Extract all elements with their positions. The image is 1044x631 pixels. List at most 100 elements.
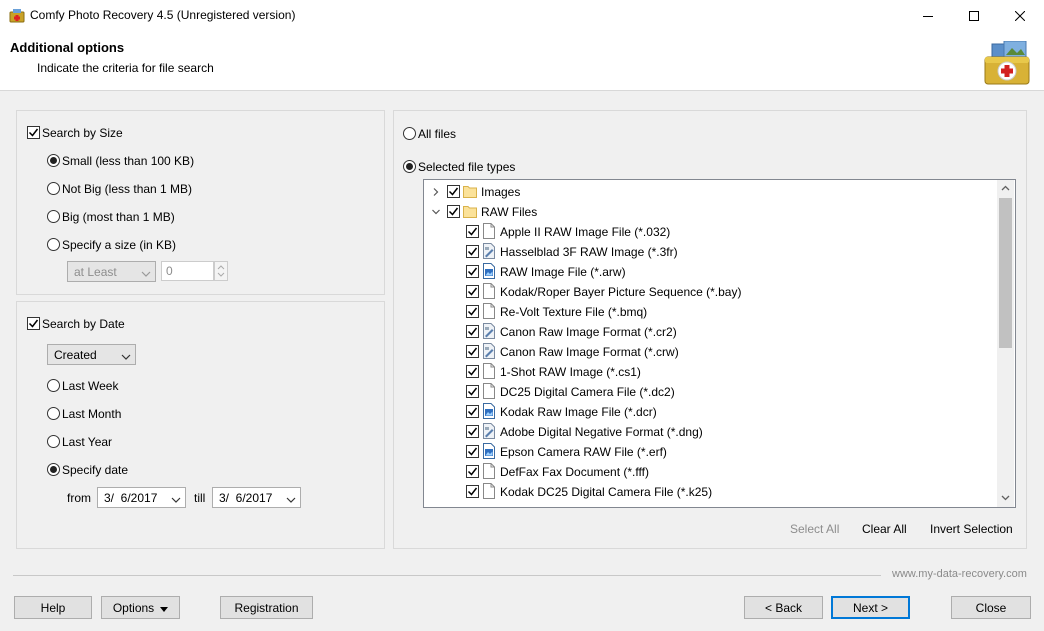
tree-item-checkbox[interactable] bbox=[447, 185, 460, 198]
tree-item-checkbox[interactable] bbox=[466, 485, 479, 498]
chevron-down-icon[interactable] bbox=[431, 206, 441, 220]
raw-image-icon bbox=[482, 343, 496, 359]
tree-item-checkbox[interactable] bbox=[466, 465, 479, 478]
size-big-radio[interactable] bbox=[47, 210, 60, 223]
tree-item-label: Hasselblad 3F RAW Image (*.3fr) bbox=[500, 245, 678, 259]
tree-file-row[interactable]: RAW Image File (*.arw) bbox=[424, 261, 999, 281]
tree-file-row[interactable]: Adobe Digital Negative Format (*.dng) bbox=[424, 421, 999, 441]
tree-file-row[interactable]: DC25 Digital Camera File (*.dc2) bbox=[424, 381, 999, 401]
all-files-label: All files bbox=[418, 127, 457, 141]
back-button[interactable]: < Back bbox=[744, 596, 823, 619]
tree-file-row[interactable]: 1-Shot RAW Image (*.cs1) bbox=[424, 361, 999, 381]
selected-file-types-radio[interactable] bbox=[403, 160, 416, 173]
size-value-text: 0 bbox=[166, 264, 173, 278]
size-spinner[interactable] bbox=[214, 261, 228, 281]
tree-item-checkbox[interactable] bbox=[466, 245, 479, 258]
close-button[interactable]: Close bbox=[951, 596, 1031, 619]
last-week-radio[interactable] bbox=[47, 379, 60, 392]
page-subtitle: Indicate the criteria for file search bbox=[37, 61, 214, 75]
tree-item-checkbox[interactable] bbox=[466, 345, 479, 358]
raw-image-icon bbox=[482, 323, 496, 339]
search-by-date-checkbox[interactable] bbox=[27, 317, 40, 330]
tree-item-checkbox[interactable] bbox=[447, 205, 460, 218]
invert-selection-button[interactable]: Invert Selection bbox=[930, 522, 1013, 536]
wizard-header: Additional options Indicate the criteria… bbox=[0, 31, 1044, 91]
title-bar: Comfy Photo Recovery 4.5 (Unregistered v… bbox=[0, 0, 1044, 31]
last-year-radio[interactable] bbox=[47, 435, 60, 448]
size-compare-value: at Least bbox=[74, 264, 117, 279]
size-small-radio[interactable] bbox=[47, 154, 60, 167]
document-icon bbox=[482, 483, 496, 499]
tree-file-row[interactable]: Kodak DC25 Digital Camera File (*.k25) bbox=[424, 481, 999, 501]
size-small-label: Small (less than 100 KB) bbox=[62, 154, 195, 168]
document-icon bbox=[482, 463, 496, 479]
from-date-value: 3/ 6/2017 bbox=[104, 490, 158, 505]
tree-file-row[interactable]: Re-Volt Texture File (*.bmq) bbox=[424, 301, 999, 321]
tree-item-label: Re-Volt Texture File (*.bmq) bbox=[500, 305, 648, 319]
tree-file-row[interactable]: Hasselblad 3F RAW Image (*.3fr) bbox=[424, 241, 999, 261]
tree-file-row[interactable]: Epson Camera RAW File (*.erf) bbox=[424, 441, 999, 461]
date-type-value: Created bbox=[54, 347, 97, 362]
last-year-label: Last Year bbox=[62, 435, 113, 449]
size-not-big-radio[interactable] bbox=[47, 182, 60, 195]
chevron-down-icon bbox=[171, 493, 181, 507]
minimize-icon[interactable] bbox=[905, 0, 951, 31]
tree-item-label: Epson Camera RAW File (*.erf) bbox=[500, 445, 667, 459]
till-date-value: 3/ 6/2017 bbox=[219, 490, 273, 505]
image-file-icon bbox=[482, 263, 496, 279]
size-compare-select[interactable]: at Least bbox=[67, 261, 156, 282]
search-by-date-label: Search by Date bbox=[42, 317, 125, 331]
tree-item-checkbox[interactable] bbox=[466, 325, 479, 338]
tree-folder-row[interactable]: Images bbox=[424, 181, 999, 201]
tree-file-row[interactable]: Kodak/Roper Bayer Picture Sequence (*.ba… bbox=[424, 281, 999, 301]
tree-item-checkbox[interactable] bbox=[466, 445, 479, 458]
tree-item-label: Canon Raw Image Format (*.cr2) bbox=[500, 325, 677, 339]
last-month-radio[interactable] bbox=[47, 407, 60, 420]
tree-file-row[interactable]: Canon Raw Image Format (*.cr2) bbox=[424, 321, 999, 341]
tree-item-label: Kodak Raw Image File (*.dcr) bbox=[500, 405, 657, 419]
registration-button[interactable]: Registration bbox=[220, 596, 313, 619]
maximize-icon[interactable] bbox=[951, 0, 997, 31]
size-specify-label: Specify a size (in KB) bbox=[62, 238, 177, 252]
size-value-input[interactable]: 0 bbox=[161, 261, 214, 281]
tree-item-checkbox[interactable] bbox=[466, 305, 479, 318]
tree-file-row[interactable]: Canon Raw Image Format (*.crw) bbox=[424, 341, 999, 361]
close-icon[interactable] bbox=[997, 0, 1043, 31]
image-file-icon bbox=[482, 403, 496, 419]
size-not-big-label: Not Big (less than 1 MB) bbox=[62, 182, 193, 196]
window-title: Comfy Photo Recovery 4.5 (Unregistered v… bbox=[30, 8, 296, 22]
help-button[interactable]: Help bbox=[14, 596, 92, 619]
tree-item-checkbox[interactable] bbox=[466, 265, 479, 278]
tree-item-checkbox[interactable] bbox=[466, 425, 479, 438]
tree-item-checkbox[interactable] bbox=[466, 285, 479, 298]
tree-item-checkbox[interactable] bbox=[466, 365, 479, 378]
tree-item-label: DefFax Fax Document (*.fff) bbox=[500, 465, 649, 479]
date-group bbox=[16, 301, 385, 549]
tree-folder-row[interactable]: RAW Files bbox=[424, 201, 999, 221]
tree-item-label: DC25 Digital Camera File (*.dc2) bbox=[500, 385, 675, 399]
tree-scrollbar[interactable] bbox=[997, 180, 1014, 507]
document-icon bbox=[482, 383, 496, 399]
image-file-icon bbox=[482, 443, 496, 459]
tree-file-row[interactable]: DefFax Fax Document (*.fff) bbox=[424, 461, 999, 481]
all-files-radio[interactable] bbox=[403, 127, 416, 140]
select-all-button[interactable]: Select All bbox=[790, 522, 839, 536]
next-button[interactable]: Next > bbox=[831, 596, 910, 619]
specify-date-radio[interactable] bbox=[47, 463, 60, 476]
from-date-picker[interactable]: 3/ 6/2017 bbox=[97, 487, 186, 508]
clear-all-button[interactable]: Clear All bbox=[862, 522, 907, 536]
options-button[interactable]: Options bbox=[101, 596, 180, 619]
tree-item-checkbox[interactable] bbox=[466, 225, 479, 238]
date-type-select[interactable]: Created bbox=[47, 344, 136, 365]
search-by-size-checkbox[interactable] bbox=[27, 126, 40, 139]
chevron-down-icon bbox=[121, 350, 131, 364]
size-specify-radio[interactable] bbox=[47, 238, 60, 251]
tree-item-checkbox[interactable] bbox=[466, 385, 479, 398]
tree-item-checkbox[interactable] bbox=[466, 405, 479, 418]
till-date-picker[interactable]: 3/ 6/2017 bbox=[212, 487, 301, 508]
tree-file-row[interactable]: Apple II RAW Image File (*.032) bbox=[424, 221, 999, 241]
tree-item-label: Kodak DC25 Digital Camera File (*.k25) bbox=[500, 485, 713, 499]
chevron-right-icon[interactable] bbox=[431, 186, 441, 200]
tree-file-row[interactable]: Kodak Raw Image File (*.dcr) bbox=[424, 401, 999, 421]
raw-image-icon bbox=[482, 243, 496, 259]
